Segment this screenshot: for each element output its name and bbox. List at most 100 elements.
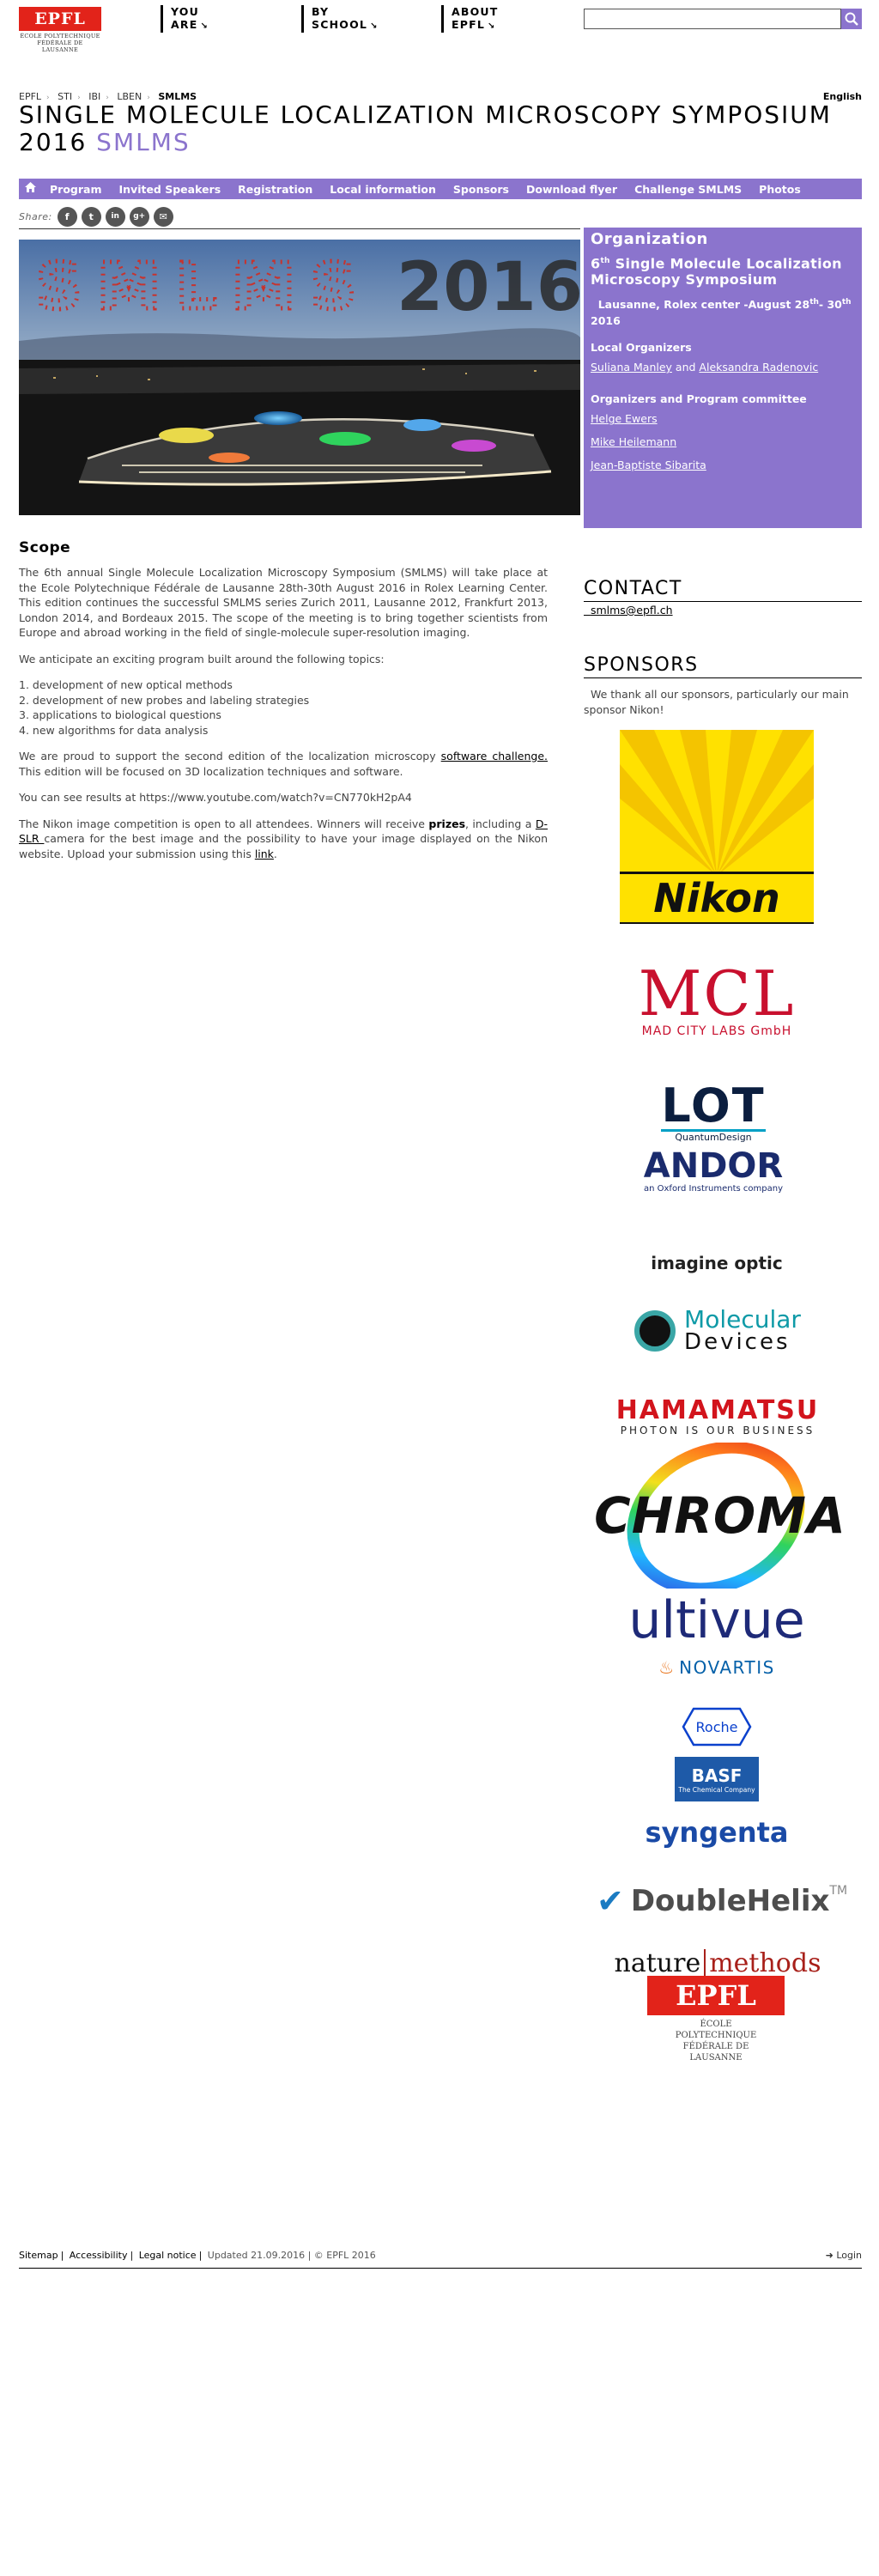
scope-topics-intro: We anticipate an exciting program built … (19, 652, 385, 665)
chroma-logo[interactable]: CHROMA (594, 1443, 846, 1589)
molecular-devices-text-2: Devices (684, 1329, 791, 1355)
event-name-rest: Single Molecule Localization Microscopy … (591, 255, 842, 289)
hero-photo: SMLMS 2016 (19, 240, 580, 515)
nav-by-school[interactable]: BY SCHOOL ↘ (301, 5, 396, 33)
nav-photos[interactable]: Photos (750, 183, 809, 196)
facebook-icon[interactable]: f (57, 206, 77, 227)
mcl-logo-subtitle: MAD CITY LABS GmbH (641, 1024, 792, 1038)
list-item: 4. new algorithms for data analysis (19, 723, 209, 737)
epfl-sponsor-logo[interactable]: EPFL ÉCOLE POLYTECHNIQUE FÉDÉRALE DE LAU… (647, 1976, 785, 2063)
nav-invited-speakers[interactable]: Invited Speakers (111, 183, 230, 196)
contact-email-link[interactable]: smlms@epfl.ch (584, 604, 673, 617)
contact-heading: CONTACT (584, 578, 862, 602)
committee-heading: Organizers and Program committee (591, 392, 807, 406)
search-input[interactable] (584, 9, 841, 29)
imagine-optic-logo[interactable]: imagine optic (635, 1250, 798, 1276)
nature-logo-text: nature (614, 1947, 701, 1978)
chroma-logo-text: CHROMA (594, 1486, 846, 1545)
nikon-logo-text: Nikon (620, 874, 814, 922)
email-icon[interactable]: ✉ (153, 206, 173, 227)
nav-you-are[interactable]: YOU ARE ↘ (161, 5, 255, 33)
list-item: 1. development of new optical methods (19, 678, 233, 691)
share-label: Share: (19, 210, 52, 222)
nav-sponsors[interactable]: Sponsors (445, 183, 518, 196)
linkedin-icon[interactable]: in (105, 206, 125, 227)
nav-local-information[interactable]: Local information (321, 183, 445, 196)
local-organizers: Suliana Manley and Aleksandra Radenovic (591, 361, 855, 374)
nature-methods-logo[interactable]: nature methods (606, 1946, 829, 1980)
footer-link-legal-notice[interactable]: Legal notice (139, 2250, 197, 2261)
page-title: SINGLE MOLECULE LOCALIZATION MICROSCOPY … (19, 101, 852, 156)
footer-updated: Updated 21.09.2016 | © EPFL 2016 (207, 2250, 376, 2261)
arrow-down-right-icon: ↘ (488, 21, 496, 31)
topics-list: 1. development of new optical methods 2.… (19, 677, 548, 738)
event-name: 6th Single Molecule Localization Microsc… (591, 253, 855, 288)
google-plus-icon[interactable]: g+ (129, 206, 149, 227)
location-text-b: - 30 (818, 298, 842, 312)
event-ordinal: 6 (591, 255, 601, 272)
upload-link[interactable]: link (255, 848, 274, 860)
lot-logo-text: LOT (661, 1078, 766, 1133)
footer-link-accessibility[interactable]: Accessibility (70, 2250, 128, 2261)
nikon-competition-paragraph: The Nikon image competition is open to a… (19, 817, 548, 862)
roche-logo[interactable]: Roche (682, 1707, 752, 1747)
location-text-c: 2016 (591, 314, 621, 328)
page-title-accent: SMLMS (96, 128, 191, 156)
login-text: Login (836, 2250, 862, 2261)
nav-registration[interactable]: Registration (229, 183, 321, 196)
location-sup-2: th (841, 298, 852, 307)
ultivue-logo[interactable]: ultivue (618, 1593, 815, 1648)
hamamatsu-logo-text: HAMAMATSU (615, 1395, 820, 1425)
nav-you-are-line2: ARE (171, 18, 198, 31)
nav-program[interactable]: Program (41, 183, 111, 196)
molecular-devices-icon (634, 1310, 676, 1352)
nav-by-school-line1: BY (312, 5, 330, 18)
ultivue-logo-text: ultivue (628, 1590, 805, 1650)
top-header: EPFL ÉCOLE POLYTECHNIQUE FÉDÉRALE DE LAU… (0, 0, 879, 60)
and-text: and (671, 361, 700, 374)
footer-link-sitemap[interactable]: Sitemap (19, 2250, 58, 2261)
scope-intro: The 6th annual Single Molecule Localizat… (19, 566, 548, 639)
organizer-link[interactable]: Aleksandra Radenovic (699, 361, 818, 374)
organization-heading: Organization (591, 230, 708, 248)
committee-member-link[interactable]: Jean-Baptiste Sibarita (591, 459, 855, 471)
footer-separator: | (60, 2250, 64, 2261)
twitter-icon[interactable]: t (81, 206, 101, 227)
lot-logo-subtitle: QuantumDesign (675, 1131, 752, 1143)
basf-logo[interactable]: BASF The Chemical Company (675, 1757, 759, 1801)
location-sup-1: th (809, 298, 819, 307)
committee-member-link[interactable]: Mike Heilemann (591, 435, 855, 448)
login-link[interactable]: ➜ Login (826, 2250, 862, 2261)
search-button[interactable] (841, 9, 862, 29)
arrow-down-right-icon: ↘ (200, 21, 209, 31)
software-challenge-link[interactable]: software challenge. (441, 750, 548, 762)
home-icon[interactable] (19, 182, 41, 196)
novartis-logo[interactable]: ♨ NOVARTIS (635, 1654, 798, 1681)
doublehelix-logo[interactable]: ✔ DoubleHelix TM (597, 1877, 848, 1925)
main-nav: Program Invited Speakers Registration Lo… (19, 179, 862, 199)
mcl-logo-text: MCL (638, 957, 796, 1030)
lot-andor-logo[interactable]: LOT QuantumDesign ANDOR an Oxford Instru… (640, 1073, 786, 1202)
hamamatsu-logo[interactable]: HAMAMATSU PHOTON IS OUR BUSINESS (589, 1395, 846, 1438)
list-item: 3. applications to biological questions (19, 708, 221, 721)
andor-logo-subtitle: an Oxford Instruments company (643, 1183, 784, 1194)
sponsors-text: We thank all our sponsors, particularly … (584, 687, 862, 717)
hero-year: 2016 (397, 249, 580, 326)
committee-member-link[interactable]: Helge Ewers (591, 412, 855, 425)
nikon-logo[interactable]: Nikon (620, 730, 814, 924)
organizer-link[interactable]: Suliana Manley (591, 361, 672, 374)
nav-challenge-smlms[interactable]: Challenge SMLMS (626, 183, 750, 196)
mcl-logo[interactable]: MCL MAD CITY LABS GmbH (618, 953, 815, 1048)
epfl-logo[interactable]: EPFL ÉCOLE POLYTECHNIQUE FÉDÉRALE DE LAU… (19, 7, 101, 53)
molecular-devices-logo[interactable]: Molecular Devices (615, 1305, 821, 1357)
nature-methods-divider (704, 1949, 706, 1977)
nav-about-epfl[interactable]: ABOUT EPFL ↘ (441, 5, 536, 33)
nav-download-flyer[interactable]: Download flyer (518, 183, 626, 196)
syngenta-logo[interactable]: syngenta (646, 1814, 789, 1851)
methods-logo-text: methods (709, 1947, 821, 1978)
competition-text-b: , including a (465, 817, 536, 830)
trademark-icon: TM (829, 1884, 848, 1898)
scope-section: Scope The 6th annual Single Molecule Loc… (19, 539, 548, 872)
organization-box: Organization 6th Single Molecule Localiz… (584, 228, 862, 528)
nav-by-school-line2: SCHOOL (312, 18, 368, 31)
